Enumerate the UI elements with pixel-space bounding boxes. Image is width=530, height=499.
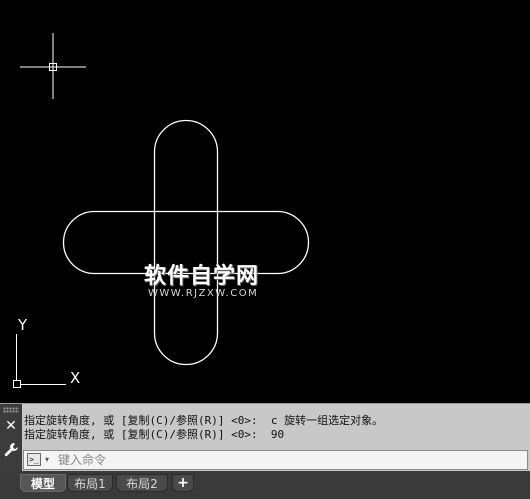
close-icon[interactable]: ✕ bbox=[3, 417, 19, 435]
command-history-line: 指定旋转角度, 或 [复制(C)/参照(R)] <0>: 90 bbox=[24, 428, 285, 441]
command-history: 指定旋转角度, 或 [复制(C)/参照(R)] <0>: c 旋转一组选定对象。… bbox=[24, 414, 524, 442]
tab-layout2[interactable]: 布局2 bbox=[116, 474, 168, 492]
command-input-row: >_ ▾ bbox=[23, 450, 528, 470]
ucs-y-label: Y bbox=[17, 316, 28, 334]
crosshair-cursor bbox=[20, 33, 86, 99]
layout-tabs-bar: 模型 布局1 布局2 + bbox=[0, 471, 530, 499]
watermark-url: WWW.RJZXW.COM bbox=[148, 288, 259, 299]
add-layout-button[interactable]: + bbox=[172, 474, 194, 492]
drawing-viewport[interactable]: Y X 软件自学网 WWW.RJZXW.COM bbox=[0, 0, 530, 403]
tab-model[interactable]: 模型 bbox=[20, 474, 66, 492]
watermark-title: 软件自学网 bbox=[144, 264, 260, 289]
chevron-down-icon[interactable]: ▾ bbox=[45, 455, 49, 464]
command-prompt-icon: >_ bbox=[27, 453, 41, 466]
ucs-icon: Y X bbox=[13, 316, 80, 388]
command-line-panel: ✕ 指定旋转角度, 或 [复制(C)/参照(R)] <0>: c 旋转一组选定对… bbox=[0, 403, 530, 472]
drawing-canvas[interactable]: Y X bbox=[0, 0, 530, 403]
vertical-slot-shape[interactable] bbox=[153, 119, 219, 366]
command-line-grip[interactable]: ✕ bbox=[0, 404, 22, 472]
drag-handle-icon[interactable] bbox=[3, 407, 19, 413]
command-input[interactable] bbox=[58, 452, 518, 468]
ucs-x-label: X bbox=[70, 369, 80, 387]
command-prompt-button[interactable]: >_ ▾ bbox=[27, 453, 53, 467]
command-history-line: 指定旋转角度, 或 [复制(C)/参照(R)] <0>: c 旋转一组选定对象。 bbox=[24, 414, 384, 427]
ucs-origin-box bbox=[13, 380, 21, 388]
tab-layout1[interactable]: 布局1 bbox=[67, 474, 113, 492]
wrench-icon[interactable] bbox=[3, 441, 19, 459]
